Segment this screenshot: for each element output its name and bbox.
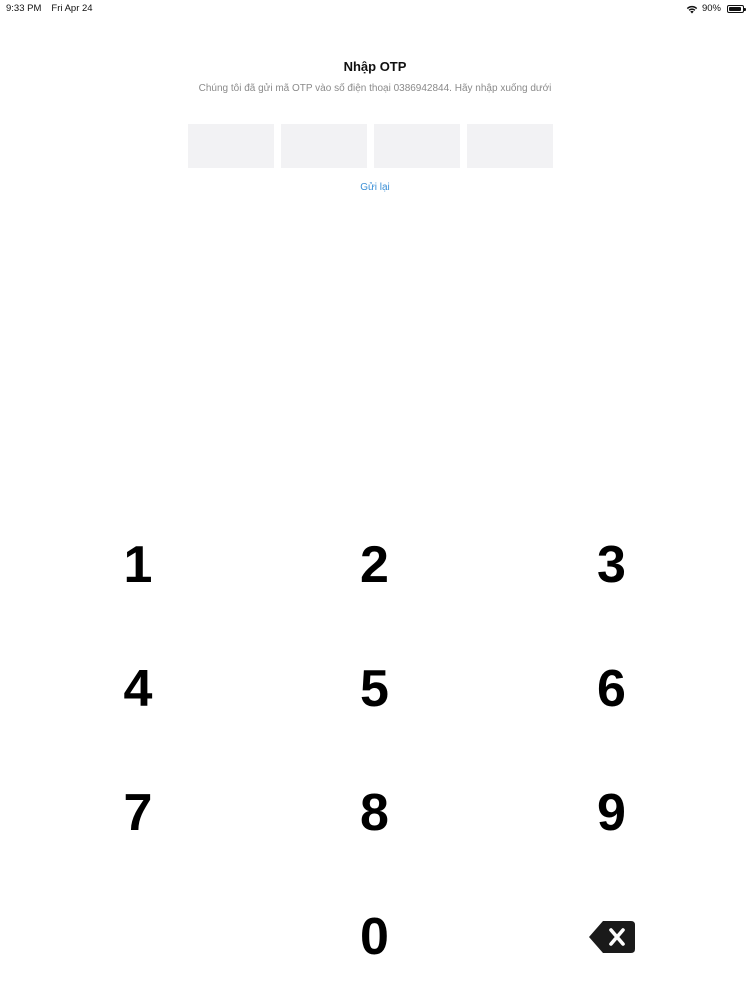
otp-digit-3[interactable] <box>374 124 460 168</box>
otp-digit-1[interactable] <box>188 124 274 168</box>
status-bar: 9:33 PM Fri Apr 24 90% <box>0 0 750 16</box>
page-title: Nhập OTP <box>343 59 407 74</box>
battery-percent: 90% <box>701 3 721 14</box>
status-time: 9:33 PM <box>6 3 42 14</box>
status-left: 9:33 PM Fri Apr 24 <box>6 3 93 14</box>
status-right: 90% <box>686 3 746 14</box>
status-date: Fri Apr 24 <box>51 3 93 14</box>
key-2[interactable]: 2 <box>256 503 493 627</box>
otp-input-group <box>188 124 553 168</box>
key-3[interactable]: 3 <box>493 503 730 627</box>
wifi-icon <box>686 5 698 13</box>
key-4[interactable]: 4 <box>20 627 256 751</box>
battery-icon <box>727 4 746 13</box>
key-5[interactable]: 5 <box>256 627 493 751</box>
key-0[interactable]: 0 <box>256 875 493 999</box>
key-empty <box>20 875 256 999</box>
backspace-key[interactable] <box>493 875 730 999</box>
key-1[interactable]: 1 <box>20 503 256 627</box>
key-8[interactable]: 8 <box>256 751 493 875</box>
battery-fill <box>729 6 741 11</box>
otp-digit-4[interactable] <box>467 124 553 168</box>
key-6[interactable]: 6 <box>493 627 730 751</box>
key-9[interactable]: 9 <box>493 751 730 875</box>
otp-instructions: Chúng tôi đã gửi mã OTP vào số điện thoạ… <box>198 83 552 94</box>
resend-otp-link[interactable]: Gửi lại <box>0 182 750 193</box>
numeric-keypad: 1 2 3 4 5 6 7 8 9 0 <box>20 503 730 999</box>
key-7[interactable]: 7 <box>20 751 256 875</box>
otp-digit-2[interactable] <box>281 124 367 168</box>
backspace-icon <box>588 921 635 953</box>
